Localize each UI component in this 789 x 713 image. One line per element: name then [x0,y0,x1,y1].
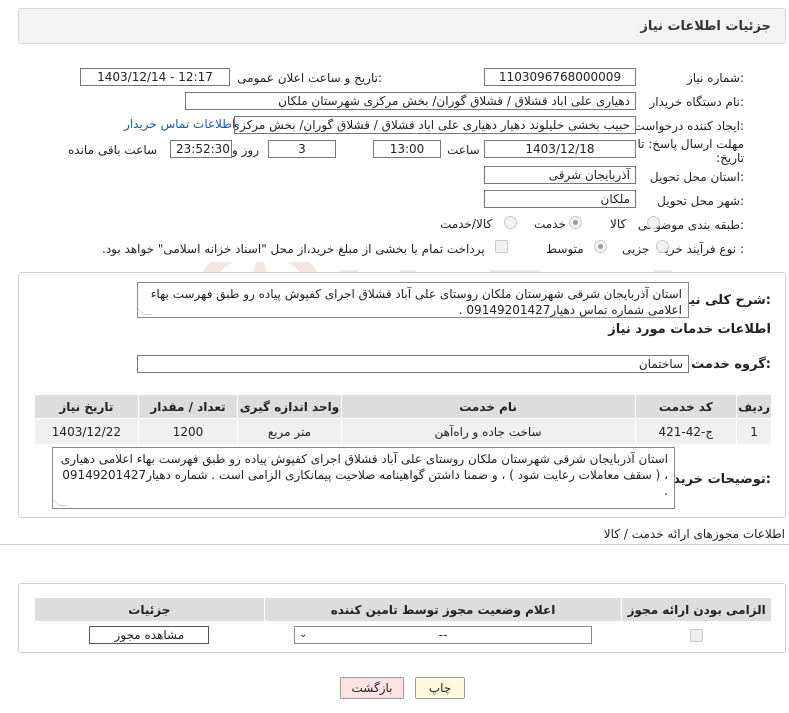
cell-row-number: 1 [736,418,772,445]
days-field[interactable]: 3 [268,140,336,158]
contact-info-link[interactable]: اطلاعات تماس خریدار [124,117,235,131]
header-bar: جزئیات اطلاعات نیاز [18,8,786,44]
resize-grip-icon[interactable] [51,498,67,506]
services-table: ردیف کد خدمت نام خدمت واحد اندازه گیری ت… [34,394,772,445]
process-label: نوع فرآیند خرید : [659,242,744,256]
divider [0,544,789,545]
col-need-date: تاریخ نیاز [34,394,139,419]
permits-table: الزامی بودن ارائه مجوز اعلام وضعیت مجوز … [34,597,772,648]
requester-field[interactable]: حبیب بخشی خلیلوند دهیار دهیاری علی اباد … [234,116,636,134]
category-radio-service[interactable] [569,216,582,229]
col-quantity: تعداد / مقدار [137,394,239,419]
need-number-field[interactable]: 1103096768000009 [484,68,636,86]
deadline-time-field[interactable]: 13:00 [373,140,441,158]
process-radio-medium[interactable] [594,240,607,253]
service-group-label: گروه خدمت: [691,357,771,372]
services-section-title: اطلاعات خدمات مورد نیاز [608,322,771,337]
treasury-payment-checkbox[interactable] [495,240,508,253]
buyer-org-label: نام دستگاه خریدار: [649,95,745,109]
category-radio-goods[interactable] [647,216,660,229]
cell-service-name: ساخت جاده و راه‌آهن [340,418,636,445]
category-option-goods-service: کالا/خدمت [440,217,493,231]
cell-unit: متر مربع [237,418,342,445]
province-field[interactable]: آذربایجان شرقی [484,166,636,184]
permits-section-title: اطلاعات مجوزهای ارائه خدمت / کالا [603,527,785,541]
permits-table-header: الزامی بودن ارائه مجوز اعلام وضعیت مجوز … [34,597,772,622]
cell-permit-details: مشاهده مجوز [34,621,265,648]
table-row[interactable]: 1 ج-42-421 ساخت جاده و راه‌آهن متر مربع … [34,418,772,445]
col-service-name: نام خدمت [340,394,636,419]
buyer-notes-text: استان آذربایجان شرقی شهرستان ملکان روستا… [60,452,668,498]
category-option-goods: کالا [610,217,627,231]
col-service-code: کد خدمت [634,394,738,419]
process-option-medium: متوسط [546,242,584,256]
province-label: استان محل تحویل: [649,170,744,184]
days-label: روز و [232,143,259,157]
treasury-payment-note: پرداخت تمام یا بخشی از مبلغ خرید،از محل … [102,242,485,256]
need-number-label: شماره نیاز: [686,71,744,85]
buyer-notes-textarea[interactable]: استان آذربایجان شرقی شهرستان ملکان روستا… [51,447,675,509]
services-table-header: ردیف کد خدمت نام خدمت واحد اندازه گیری ت… [34,394,772,419]
process-option-minor: جزیی [622,242,650,256]
view-permit-button[interactable]: مشاهده مجوز [89,625,210,644]
cell-service-code: ج-42-421 [634,418,738,445]
remaining-time-field[interactable]: 23:52:30 [170,140,232,158]
page-title: جزئیات اطلاعات نیاز [640,19,771,34]
permit-status-select[interactable]: -- ⌄ [294,625,593,644]
time-label: ساعت [447,143,480,157]
col-permit-status: اعلام وضعیت مجوز توسط تامین کننده [263,597,623,622]
process-radio-minor[interactable] [656,240,669,253]
category-radio-goods-service[interactable] [504,216,517,229]
cell-need-date: 1403/12/22 [34,418,139,445]
buyer-notes-label: توضیحات خریدار: [661,472,771,487]
chevron-down-icon: ⌄ [299,628,308,640]
requester-label: ایجاد کننده درخواست: [633,119,744,133]
back-button[interactable]: بازگشت [340,677,404,699]
cell-permit-required [621,621,772,648]
deadline-label: مهلت ارسال پاسخ: تا تاریخ: [637,137,744,165]
permit-required-checkbox [690,628,704,642]
category-option-service: خدمت [534,217,566,231]
summary-textarea[interactable]: استان آذربایجان شرقی شهرستان ملکان روستا… [136,282,689,318]
summary-text: استان آذربایجان شرقی شهرستان ملکان روستا… [150,287,682,317]
city-field[interactable]: ملکان [484,190,636,208]
col-row-number: ردیف [736,394,772,419]
announce-label: تاریخ و ساعت اعلان عمومی: [237,71,382,85]
table-row: -- ⌄ مشاهده مجوز [34,621,772,648]
buyer-org-field[interactable]: دهیاری علی اباد قشلاق / قشلاق گوران/ بخش… [185,92,636,110]
remaining-label: ساعت باقی مانده [68,143,158,157]
cell-quantity: 1200 [137,418,239,445]
service-group-field[interactable]: ساختمان [137,355,689,373]
print-button[interactable]: چاپ [415,677,465,699]
deadline-date-field[interactable]: 1403/12/18 [484,140,636,158]
permit-status-value: -- [438,627,448,642]
col-permit-required: الزامی بودن ارائه مجوز [621,597,772,622]
announce-field[interactable]: 1403/12/14 - 12:17 [80,68,230,86]
city-label: شهر محل تحویل: [657,194,744,208]
cell-permit-status: -- ⌄ [263,621,623,648]
summary-label: شرح کلی نیاز: [677,293,771,308]
resize-grip-icon[interactable] [136,307,152,315]
col-unit: واحد اندازه گیری [237,394,342,419]
col-permit-details: جزئیات [34,597,265,622]
